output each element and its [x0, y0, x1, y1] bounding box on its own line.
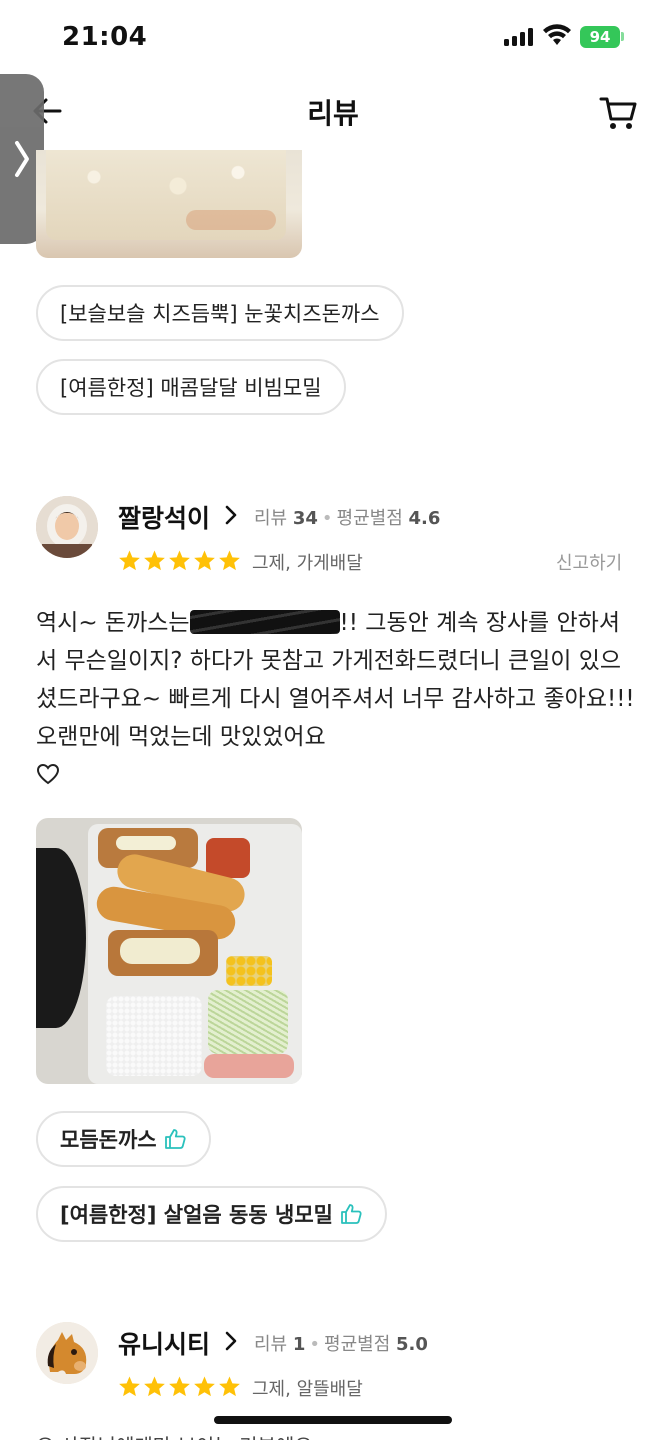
status-time: 21:04 [62, 22, 148, 52]
chevron-right-icon [15, 141, 29, 177]
star-icon [144, 1376, 165, 1397]
menu-tag-cold-soba[interactable]: [여름한정] 살얼음 동동 냉모밀 [36, 1186, 387, 1242]
reviewer-name[interactable]: 유니시티 [118, 1325, 210, 1361]
reviewer-name[interactable]: 짤랑석이 [118, 499, 210, 535]
star-icon [219, 550, 240, 571]
star-icon [169, 1376, 190, 1397]
reviewer-stats: 리뷰 1 • 평균별점 5.0 [254, 1334, 428, 1355]
battery-indicator: 94 [580, 26, 620, 48]
star-icon [219, 1376, 240, 1397]
status-bar: 21:04 94 [0, 0, 666, 78]
sauce-image [186, 210, 276, 230]
thumbs-up-icon [164, 1129, 186, 1149]
rice-image [106, 996, 202, 1076]
report-button[interactable]: 신고하기 [556, 549, 622, 575]
star-icon [119, 1376, 140, 1397]
kimchi-image [206, 838, 250, 878]
partial-review-text: 오 사장님에게만 보이는 리뷰에요 [36, 1430, 313, 1440]
nav-bar: 리뷰 [0, 78, 666, 148]
thumbs-up-icon [341, 1204, 362, 1224]
wifi-icon [543, 24, 571, 45]
menu-tag-assorted-cutlet[interactable]: 모듬돈까스 [36, 1111, 211, 1167]
star-icon [194, 550, 215, 571]
star-rating [118, 549, 241, 572]
page-title: 리뷰 [307, 97, 359, 130]
star-icon [169, 550, 190, 571]
cellular-signal-icon [504, 28, 533, 46]
review-photo-cutlet-box[interactable] [36, 818, 302, 1084]
chevron-right-icon[interactable] [224, 504, 238, 526]
soba-bowl-image [36, 848, 86, 1028]
review-photo-cheese-cutlet[interactable] [36, 150, 302, 258]
order-info: 그제, 가게배달 [252, 553, 363, 574]
horse-avatar-image [36, 1322, 98, 1384]
battery-tip [621, 32, 624, 41]
avatar[interactable] [36, 1322, 98, 1384]
menu-tag-cheese-cutlet[interactable]: [보슬보슬 치즈듬뿍] 눈꽃치즈돈까스 [36, 285, 404, 341]
review-text: 역시~ 돈까스는!! 그동안 계속 장사를 안하셔서 무슨일이지? 하다가 못참… [36, 604, 636, 794]
cabbage-salad-image [208, 990, 288, 1054]
chevron-right-icon[interactable] [224, 1330, 238, 1352]
avatar[interactable] [36, 496, 98, 558]
order-info: 그제, 알뜰배달 [252, 1379, 363, 1400]
dressing-image [204, 1054, 294, 1078]
cheese-cutlet-image [108, 930, 218, 976]
home-indicator[interactable] [214, 1416, 452, 1424]
star-icon [119, 550, 140, 571]
heart-icon [36, 763, 60, 785]
cart-icon[interactable] [598, 94, 638, 132]
reviewer-stats: 리뷰 34 • 평균별점 4.6 [254, 508, 441, 529]
menu-tag-spicy-soba[interactable]: [여름한정] 매콤달달 비빔모밀 [36, 359, 346, 415]
avatar-person-image [36, 496, 98, 558]
star-icon [144, 550, 165, 571]
redaction-scribble [189, 610, 340, 634]
star-icon [194, 1376, 215, 1397]
corn-image [226, 956, 272, 986]
star-rating [118, 1375, 241, 1398]
